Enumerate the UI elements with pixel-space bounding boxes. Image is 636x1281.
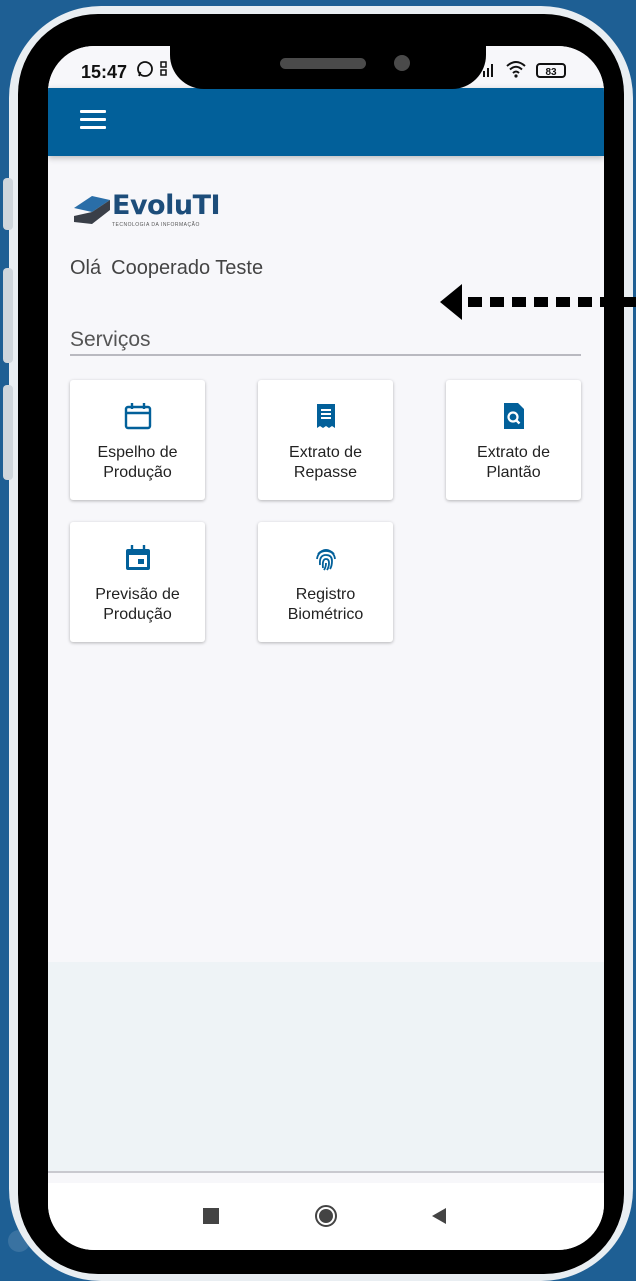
wifi-icon	[505, 60, 527, 83]
service-card-label: Espelho de Produção	[97, 444, 178, 481]
service-card-label: Extrato de Plantão	[477, 444, 550, 481]
navbar-divider	[48, 1171, 604, 1173]
status-time: 15:47	[81, 62, 128, 82]
service-card-previsao-producao[interactable]: Previsão de Produção	[70, 522, 205, 642]
home-circle-icon[interactable]	[314, 1204, 338, 1233]
service-card-label: Extrato de Repasse	[289, 444, 362, 481]
back-triangle-icon[interactable]	[431, 1207, 447, 1230]
calendar-event-icon	[126, 545, 150, 570]
service-card-label: Registro Biométrico	[287, 586, 364, 623]
phone-volume-up-button	[3, 268, 13, 363]
service-card-extrato-repasse[interactable]: Extrato de Repasse	[258, 380, 393, 500]
app-bar	[48, 88, 604, 156]
recent-apps-square-icon[interactable]	[203, 1208, 219, 1224]
document-search-icon	[504, 403, 524, 429]
calendar-outline-icon	[124, 403, 152, 430]
greeting: Olá Cooperado Teste	[70, 257, 263, 280]
whatsapp-icon	[136, 60, 154, 83]
service-card-label: Previsão de Produção	[95, 586, 180, 623]
greeting-prefix: Olá	[70, 257, 102, 279]
battery-icon: 83	[536, 63, 566, 78]
system-nav-bar	[48, 1183, 604, 1250]
speaker-grille	[280, 58, 366, 69]
fingerprint-icon	[316, 549, 336, 571]
phone-notch	[170, 14, 486, 89]
logo-wordmark: EvoluTI	[112, 190, 221, 221]
service-card-registro-biometrico[interactable]: Registro Biométrico	[258, 522, 393, 642]
evoluti-logo: EvoluTI TECNOLOGIA DA INFORMAÇÃO	[70, 186, 221, 236]
phone-volume-down-button	[3, 385, 13, 480]
phone-screen: 15:47 83 EvoluTI TECNOLOGIA DA INFORMAÇÃ…	[48, 46, 604, 1250]
logo-subtitle: TECNOLOGIA DA INFORMAÇÃO	[112, 222, 200, 228]
dotted-arrow-pointer	[440, 284, 636, 320]
service-card-extrato-plantao[interactable]: Extrato de Plantão	[446, 380, 581, 500]
phone-side-button	[3, 178, 13, 230]
front-camera	[394, 55, 410, 71]
receipt-icon	[317, 404, 335, 428]
hamburger-menu-icon[interactable]	[80, 110, 106, 130]
user-name: Cooperado Teste	[111, 257, 264, 279]
section-divider	[70, 354, 581, 356]
content-footer-area	[48, 962, 604, 1171]
service-card-espelho-producao[interactable]: Espelho de Produção	[70, 380, 205, 500]
section-title: Serviços	[70, 328, 151, 351]
